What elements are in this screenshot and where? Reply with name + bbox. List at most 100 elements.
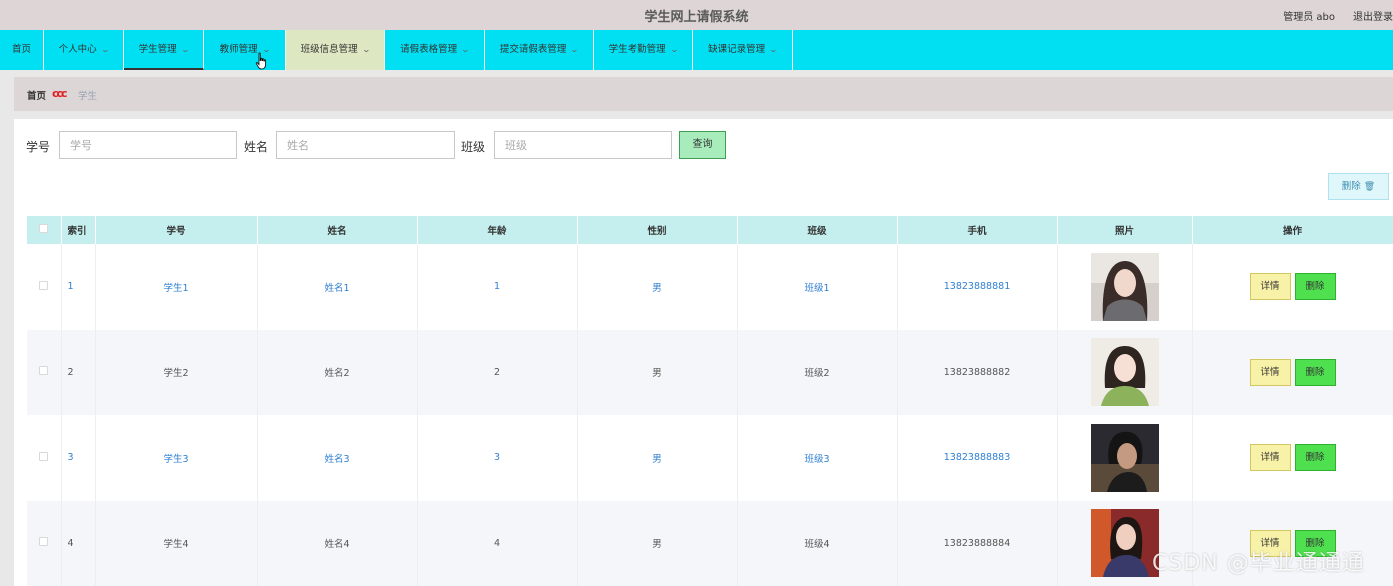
trash-icon: 🗑 bbox=[1363, 182, 1376, 192]
class-input[interactable] bbox=[494, 131, 672, 159]
chevron-down-icon: ⌄ bbox=[361, 45, 371, 54]
row-checkbox[interactable] bbox=[39, 366, 49, 376]
logout-link[interactable]: 退出登录 bbox=[1353, 8, 1393, 23]
nav-item-attendance-management[interactable]: 学生考勤管理 ⌄ bbox=[594, 30, 693, 70]
column-header: 索引 bbox=[61, 216, 96, 244]
student-no-cell: 学生2 bbox=[95, 329, 258, 415]
chevron-down-icon: ⌄ bbox=[570, 45, 580, 54]
class-cell: 班级3 bbox=[737, 415, 898, 501]
nav-item-label: 班级信息管理 bbox=[300, 44, 358, 55]
student-table: 索引 学号 姓名 年龄 性别 班级 手机 照片 操作 1 学生1 姓名1 1 男… bbox=[27, 216, 1393, 586]
index-cell: 3 bbox=[61, 415, 96, 501]
row-select-cell bbox=[27, 329, 62, 415]
student-photo bbox=[1090, 509, 1159, 578]
photo-cell bbox=[1057, 329, 1193, 415]
chevron-down-icon: ⌄ bbox=[669, 45, 679, 54]
name-cell: 姓名3 bbox=[257, 415, 418, 501]
student-photo bbox=[1090, 338, 1159, 407]
nav-item-label: 首页 bbox=[11, 44, 31, 55]
actions-cell: 详情 删除 bbox=[1192, 244, 1393, 330]
breadcrumb-home[interactable]: 首页 bbox=[27, 88, 46, 102]
top-bar: 学生网上请假系统 管理员 abo 退出登录 bbox=[0, 0, 1393, 30]
row-checkbox[interactable] bbox=[39, 451, 49, 461]
detail-button[interactable]: 详情 bbox=[1249, 273, 1291, 301]
index-cell: 2 bbox=[61, 329, 96, 415]
index-cell: 1 bbox=[61, 244, 96, 330]
batch-delete-button[interactable]: 删除 🗑 bbox=[1328, 173, 1389, 200]
table-header-row: 索引 学号 姓名 年龄 性别 班级 手机 照片 操作 bbox=[27, 216, 1393, 244]
row-checkbox[interactable] bbox=[39, 280, 49, 290]
select-all-checkbox[interactable] bbox=[39, 224, 49, 233]
column-header: 学号 bbox=[95, 216, 258, 244]
nav-item-home[interactable]: 首页 bbox=[0, 30, 44, 70]
column-header: 性别 bbox=[577, 216, 738, 244]
nav-item-label: 缺课记录管理 bbox=[708, 44, 766, 55]
name-input[interactable] bbox=[276, 131, 455, 159]
age-cell: 3 bbox=[417, 415, 578, 501]
breadcrumb-current: 学生 bbox=[78, 91, 98, 102]
nav-item-leave-form-management[interactable]: 请假表格管理 ⌄ bbox=[385, 30, 485, 70]
table-row: 1 学生1 姓名1 1 男 班级1 13823888881 详情 删除 bbox=[27, 244, 1393, 330]
breadcrumb-separator: ccc bbox=[52, 87, 68, 100]
phone-cell: 13823888883 bbox=[897, 415, 1058, 501]
column-header: 操作 bbox=[1192, 216, 1393, 244]
chevron-down-icon: ⌄ bbox=[768, 45, 779, 54]
photo-cell bbox=[1057, 415, 1193, 501]
nav-item-submit-leave-management[interactable]: 提交请假表管理 ⌄ bbox=[485, 30, 594, 70]
gender-cell: 男 bbox=[577, 500, 738, 586]
select-all-cell bbox=[27, 216, 62, 244]
name-cell: 姓名2 bbox=[257, 329, 418, 415]
detail-button[interactable]: 详情 bbox=[1249, 444, 1291, 472]
nav-item-label: 个人中心 bbox=[58, 44, 97, 55]
age-cell: 2 bbox=[417, 329, 578, 415]
class-label: 班级 bbox=[461, 140, 486, 154]
gender-cell: 男 bbox=[577, 415, 738, 501]
nav-item-label: 学生管理 bbox=[138, 44, 177, 55]
chevron-down-icon: ⌄ bbox=[180, 45, 190, 54]
name-cell: 姓名4 bbox=[257, 500, 418, 586]
class-cell: 班级4 bbox=[737, 500, 898, 586]
student-no-cell: 学生3 bbox=[95, 415, 258, 501]
row-select-cell bbox=[27, 244, 62, 330]
query-button[interactable]: 查询 bbox=[679, 131, 726, 159]
column-header: 姓名 bbox=[257, 216, 418, 244]
student-no-label: 学号 bbox=[26, 140, 51, 154]
app-title: 学生网上请假系统 bbox=[644, 10, 749, 25]
gender-cell: 男 bbox=[577, 244, 738, 330]
nav-item-personal-center[interactable]: 个人中心 ⌄ bbox=[44, 30, 124, 70]
actions-cell: 详情 删除 bbox=[1192, 415, 1393, 501]
phone-cell: 13823888882 bbox=[897, 329, 1058, 415]
age-cell: 4 bbox=[417, 500, 578, 586]
phone-cell: 13823888884 bbox=[897, 500, 1058, 586]
column-header: 班级 bbox=[737, 216, 898, 244]
delete-button[interactable]: 删除 bbox=[1294, 444, 1336, 472]
nav-item-label: 学生考勤管理 bbox=[608, 44, 666, 55]
detail-button[interactable]: 详情 bbox=[1249, 358, 1291, 386]
csdn-watermark: CSDN @毕业通通通 bbox=[1152, 551, 1365, 576]
class-cell: 班级2 bbox=[737, 329, 898, 415]
student-photo bbox=[1090, 252, 1159, 321]
column-header: 照片 bbox=[1057, 216, 1193, 244]
nav-item-student-management[interactable]: 学生管理 ⌄ bbox=[124, 30, 204, 70]
index-cell: 4 bbox=[61, 500, 96, 586]
row-checkbox[interactable] bbox=[39, 537, 49, 547]
delete-button[interactable]: 删除 bbox=[1294, 358, 1336, 386]
delete-button[interactable]: 删除 bbox=[1294, 273, 1336, 301]
class-cell: 班级1 bbox=[737, 244, 898, 330]
student-no-input[interactable] bbox=[59, 131, 237, 159]
nav-item-teacher-management[interactable]: 教师管理 ⌄ bbox=[204, 30, 286, 70]
nav-item-class-info-management[interactable]: 班级信息管理 ⌄ bbox=[286, 30, 385, 70]
row-select-cell bbox=[27, 500, 62, 586]
table-row: 3 学生3 姓名3 3 男 班级3 13823888883 详情 删除 bbox=[27, 415, 1393, 501]
column-header: 手机 bbox=[897, 216, 1058, 244]
column-header: 年龄 bbox=[417, 216, 578, 244]
chevron-down-icon: ⌄ bbox=[460, 45, 471, 54]
nav-item-absence-record-management[interactable]: 缺课记录管理 ⌄ bbox=[693, 30, 793, 70]
batch-delete-label: 删除 bbox=[1341, 181, 1361, 192]
gender-cell: 男 bbox=[577, 329, 738, 415]
chevron-down-icon: ⌄ bbox=[100, 45, 110, 54]
name-label: 姓名 bbox=[244, 140, 269, 154]
phone-cell: 13823888881 bbox=[897, 244, 1058, 330]
student-no-cell: 学生4 bbox=[95, 500, 258, 586]
table-row: 2 学生2 姓名2 2 男 班级2 13823888882 详情 删除 bbox=[27, 329, 1393, 415]
